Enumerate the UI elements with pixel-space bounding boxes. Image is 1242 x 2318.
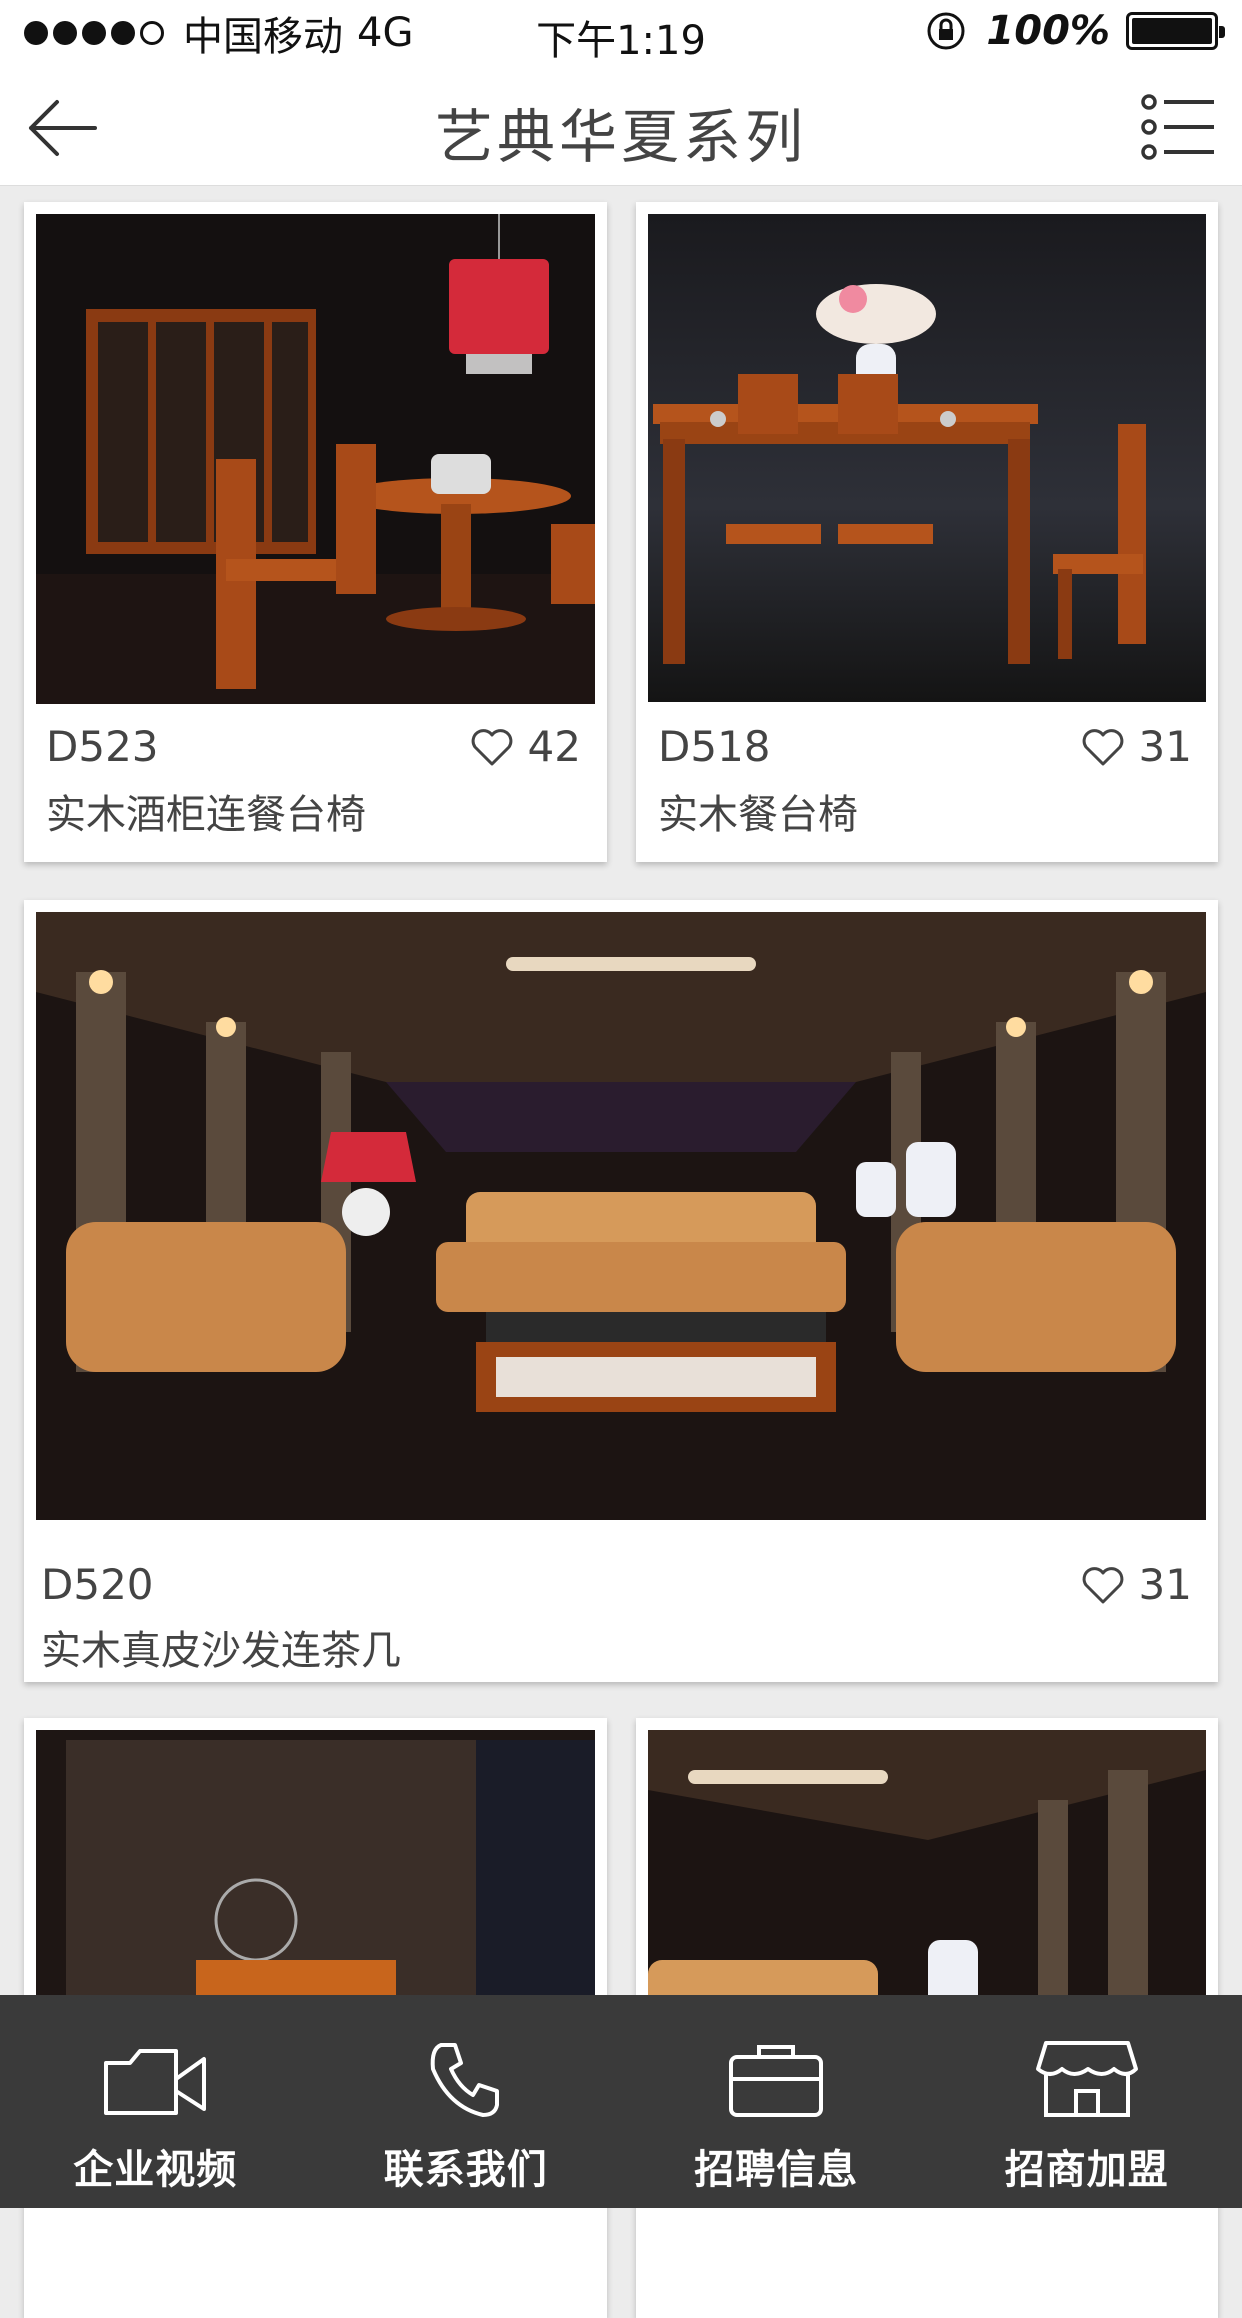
list-menu-icon xyxy=(1140,94,1216,160)
status-bar: 中国移动 4G 下午1:19 100% xyxy=(0,0,1242,66)
tab-company-video[interactable]: 企业视频 xyxy=(0,1995,311,2208)
tab-contact-us[interactable]: 联系我们 xyxy=(311,1995,622,2208)
app-header: 艺典华夏系列 xyxy=(0,66,1242,186)
tab-label: 企业视频 xyxy=(73,2137,237,2195)
tab-label: 招商加盟 xyxy=(1005,2137,1169,2195)
video-camera-icon xyxy=(100,2035,210,2121)
briefcase-icon xyxy=(721,2035,831,2121)
heart-icon xyxy=(1081,727,1125,767)
product-image[interactable] xyxy=(36,1730,595,2030)
tab-recruitment[interactable]: 招聘信息 xyxy=(621,1995,932,2208)
product-image[interactable] xyxy=(36,214,595,704)
product-image[interactable] xyxy=(648,214,1206,702)
battery-percent: 100% xyxy=(986,8,1110,54)
product-image[interactable] xyxy=(648,1730,1206,2030)
product-name: 实木酒柜连餐台椅 xyxy=(46,782,366,840)
phone-icon xyxy=(411,2035,521,2121)
product-code: D520 xyxy=(41,1560,154,1609)
carrier-name: 中国移动 xyxy=(183,4,343,62)
bottom-tab-bar: 企业视频 联系我们 招聘信息 招商加盟 xyxy=(0,1995,1242,2208)
like-count: 31 xyxy=(1139,1560,1192,1609)
network-type: 4G xyxy=(357,10,413,56)
storefront-icon xyxy=(1032,2035,1142,2121)
like-button[interactable]: 31 xyxy=(1081,722,1192,771)
like-count: 42 xyxy=(528,722,581,771)
signal-strength-icon xyxy=(24,21,169,45)
tab-label: 招聘信息 xyxy=(694,2137,858,2195)
heart-icon xyxy=(470,727,514,767)
like-button[interactable]: 42 xyxy=(470,722,581,771)
battery-icon xyxy=(1126,12,1218,50)
like-count: 31 xyxy=(1139,722,1192,771)
product-card[interactable]: D520 31 实木真皮沙发连茶几 xyxy=(24,900,1218,1682)
product-card[interactable]: D523 42 实木酒柜连餐台椅 xyxy=(24,202,607,862)
tab-franchise[interactable]: 招商加盟 xyxy=(932,1995,1242,2208)
orientation-lock-icon xyxy=(924,9,968,53)
page-title: 艺典华夏系列 xyxy=(0,90,1242,174)
heart-icon xyxy=(1081,1565,1125,1605)
product-name: 实木真皮沙发连茶几 xyxy=(41,1618,401,1676)
menu-button[interactable] xyxy=(1140,94,1216,160)
like-button[interactable]: 31 xyxy=(1081,1560,1192,1609)
tab-label: 联系我们 xyxy=(384,2137,548,2195)
product-card[interactable]: D518 31 实木餐台椅 xyxy=(636,202,1218,862)
product-image[interactable] xyxy=(36,912,1206,1520)
product-name: 实木餐台椅 xyxy=(658,782,858,840)
product-code: D518 xyxy=(658,722,771,771)
product-code: D523 xyxy=(46,722,159,771)
